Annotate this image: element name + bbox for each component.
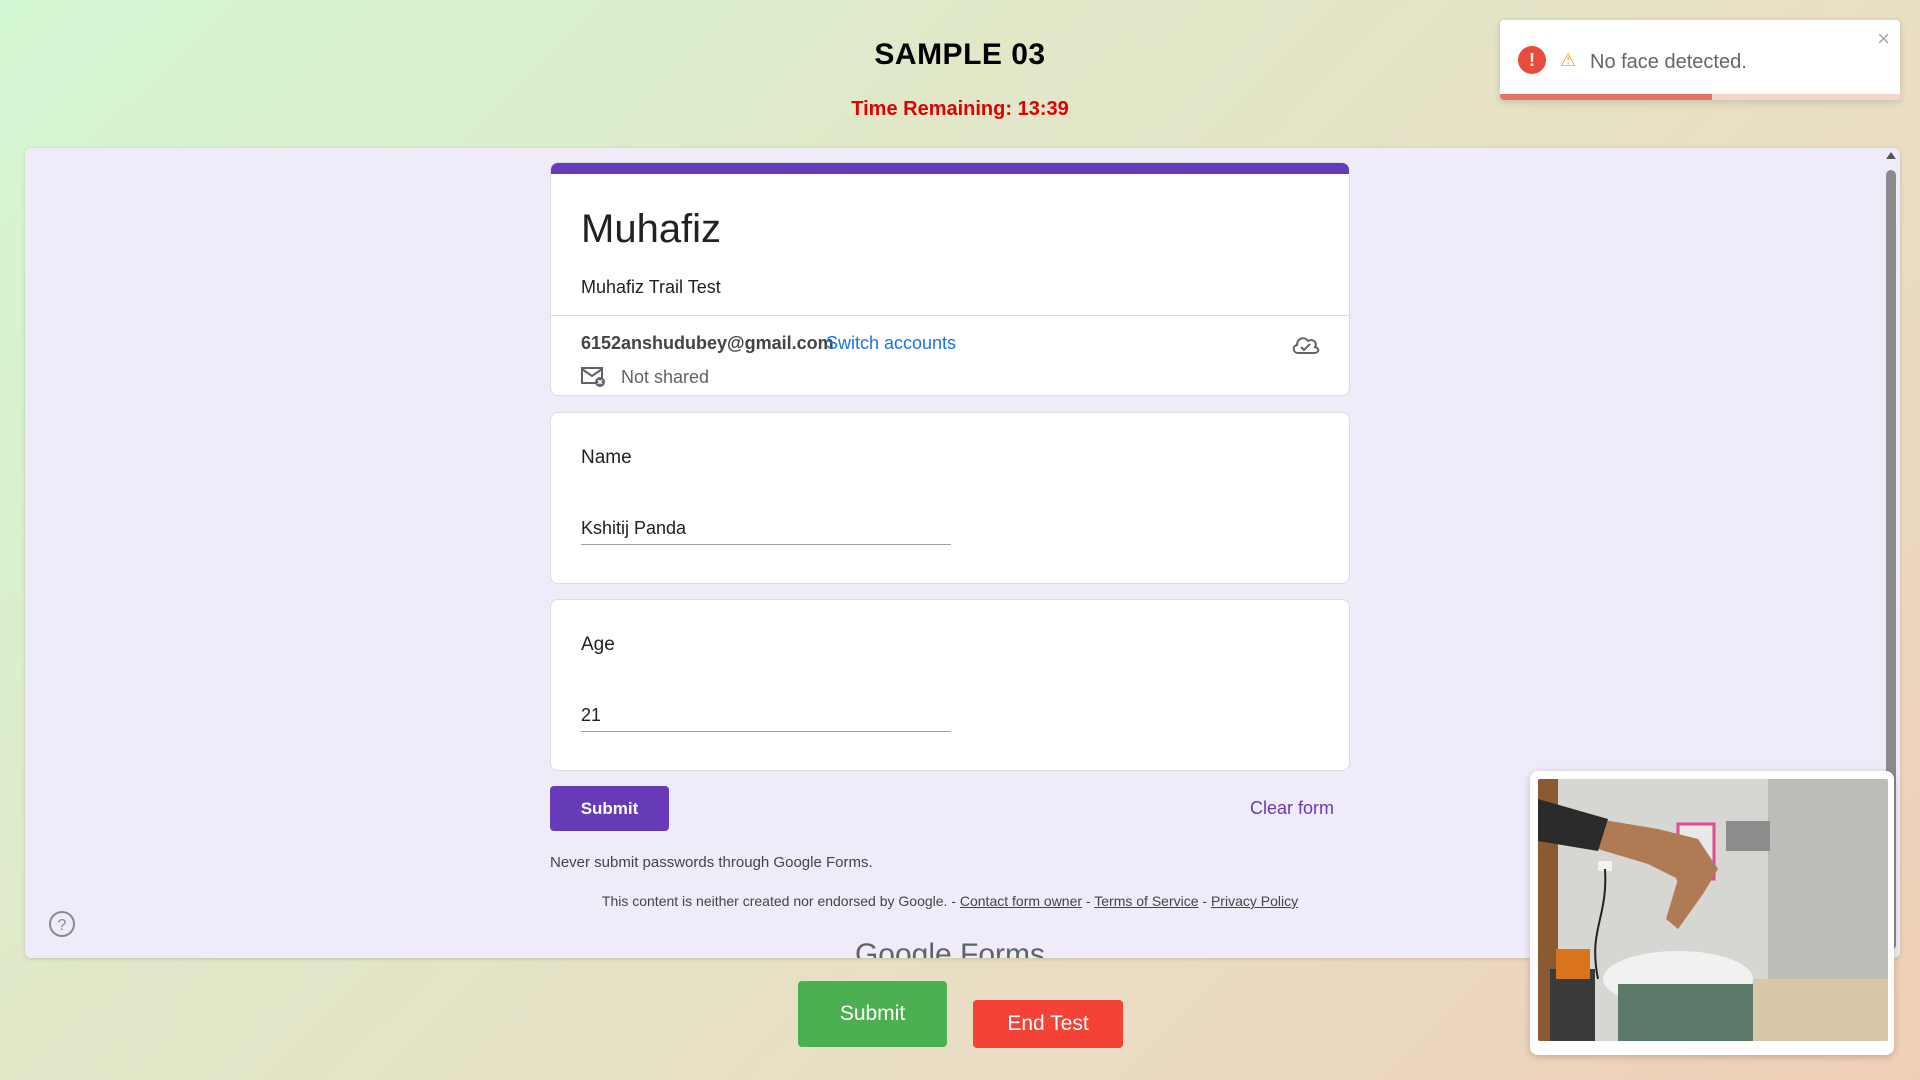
toast-progress-track [1500, 94, 1900, 100]
privacy-link[interactable]: Privacy Policy [1211, 893, 1298, 909]
error-icon: ! [1518, 46, 1546, 74]
question-label: Name [581, 447, 632, 468]
google-forms-logo: Google Forms [854, 938, 1046, 958]
switch-accounts-link[interactable]: Switch accounts [826, 333, 956, 354]
toast-progress-fill [1500, 94, 1712, 100]
close-icon[interactable]: × [1877, 26, 1890, 52]
question-card-age: Age [550, 599, 1350, 771]
cloud-saved-icon [1291, 333, 1321, 360]
form-description: Muhafiz Trail Test [581, 277, 721, 297]
accent-bar [551, 163, 1349, 174]
end-test-button[interactable]: End Test [973, 1000, 1123, 1048]
separator: - [1202, 893, 1208, 909]
webcam-preview [1530, 771, 1894, 1055]
mail-off-icon [581, 366, 607, 393]
age-input[interactable] [581, 700, 951, 732]
toast-message: No face detected. [1590, 51, 1747, 73]
form-header-card: Muhafiz Muhafiz Trail Test 6152anshudube… [550, 162, 1350, 396]
submit-test-button[interactable]: Submit [798, 981, 947, 1047]
time-remaining: Time Remaining: 13:39 [851, 98, 1069, 120]
terms-link[interactable]: Terms of Service [1094, 893, 1198, 909]
scroll-up-icon[interactable] [1886, 152, 1896, 159]
password-warning: Never submit passwords through Google Fo… [550, 854, 873, 871]
warning-icon: ⚠ [1560, 50, 1577, 70]
account-email: 6152anshudubey@gmail.com [581, 333, 834, 353]
divider [551, 315, 1349, 316]
question-label: Age [581, 634, 615, 655]
not-shared-label: Not shared [621, 367, 710, 387]
clear-form-button[interactable]: Clear form [1250, 798, 1334, 819]
question-card-name: Name [550, 412, 1350, 584]
footer-disclaimer: This content is neither created nor endo… [550, 893, 1350, 909]
footer-text: This content is neither created nor endo… [601, 893, 956, 909]
svg-text:?: ? [58, 917, 67, 934]
webcam-video [1538, 779, 1888, 1041]
separator: - [1085, 893, 1091, 909]
contact-owner-link[interactable]: Contact form owner [960, 893, 1082, 909]
form-title: Muhafiz [581, 207, 722, 251]
form-submit-button[interactable]: Submit [550, 786, 669, 831]
name-input[interactable] [581, 513, 951, 545]
notification-toast: ! ⚠ No face detected. × [1500, 20, 1900, 100]
help-icon[interactable]: ? [48, 910, 76, 943]
